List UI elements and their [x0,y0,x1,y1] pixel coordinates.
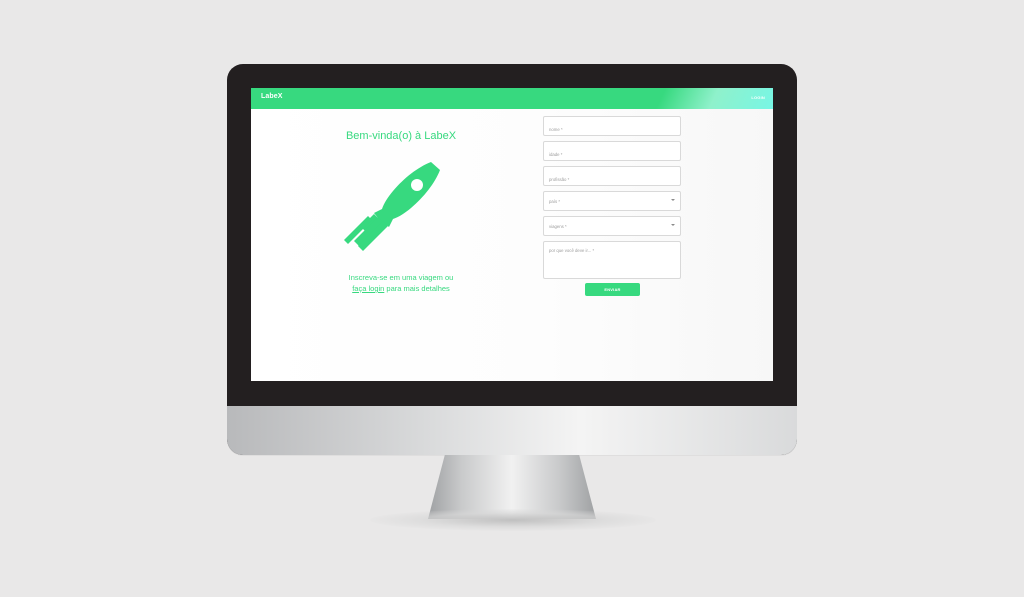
top-bar: LabeX LOGIN [251,88,773,109]
age-input[interactable] [544,142,680,160]
hero-description-line-1: Inscreva-se em uma viagem ou [348,273,454,282]
stand-shadow [370,509,656,531]
chevron-down-icon [671,224,675,226]
brand-logo: LabeX [261,93,283,100]
name-input[interactable] [544,117,680,135]
header-login-link[interactable]: LOGIN [751,95,765,100]
monitor-chin [227,406,797,455]
monitor: LabeX LOGIN Bem-vinda(o) à LabeX Inscrev… [227,64,797,455]
age-field-wrapper [543,141,681,161]
rocket-icon [344,162,440,251]
hero-description-line-2-rest: para mais detalhes [384,284,450,293]
welcome-title: Bem-vinda(o) à LabeX [345,130,457,142]
trip-select-value: viagens * [549,224,567,229]
monitor-screen: LabeX LOGIN Bem-vinda(o) à LabeX Inscrev… [251,88,773,381]
main-content: Bem-vinda(o) à LabeX Inscreva-se em uma … [251,109,773,381]
country-select-value: país * [549,199,560,204]
name-field-wrapper [543,116,681,136]
submit-button[interactable]: ENVIAR [585,283,640,296]
reason-field-wrapper [543,241,681,279]
trip-select[interactable]: viagens * [543,216,681,236]
chevron-down-icon [671,199,675,201]
reason-textarea[interactable] [544,242,680,278]
trip-signup-form: país * viagens * ENVIAR [543,116,682,296]
hero-description-line-2: faça login para mais detalhes [323,283,479,294]
content-login-link[interactable]: faça login [352,284,384,293]
country-select[interactable]: país * [543,191,681,211]
profession-field-wrapper [543,166,681,186]
profession-input[interactable] [544,167,680,185]
desktop-background: LabeX LOGIN Bem-vinda(o) à LabeX Inscrev… [0,0,1024,597]
hero-description: Inscreva-se em uma viagem ou faça login … [323,272,479,294]
